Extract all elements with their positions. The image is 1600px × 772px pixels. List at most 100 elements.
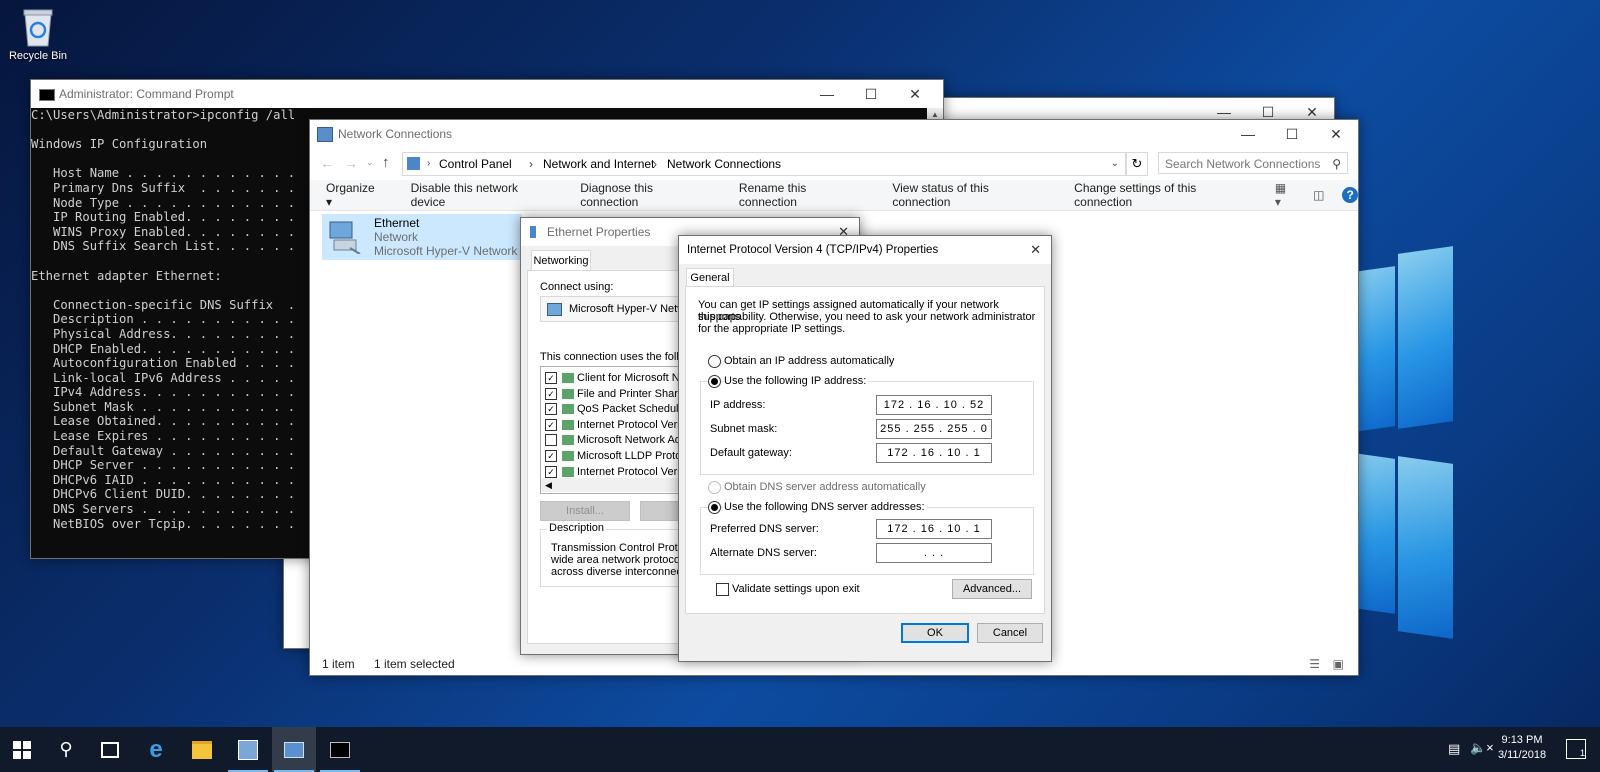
alternate-dns-field[interactable]: . . . — [876, 543, 992, 563]
file-explorer-button[interactable] — [180, 727, 224, 772]
view-status-button[interactable]: View status of this connection — [892, 181, 1046, 209]
network-connections-button[interactable] — [272, 727, 316, 772]
cancel-button[interactable]: Cancel — [977, 623, 1043, 643]
preferred-dns-field[interactable]: 172 . 16 . 10 . 1 — [876, 519, 992, 539]
close-icon[interactable]: ✕ — [1030, 236, 1041, 264]
item-checkbox[interactable]: ✓ — [545, 418, 557, 431]
cmd-titlebar[interactable]: Administrator: Command Prompt — ☐ ✕ — [31, 80, 943, 108]
list-item[interactable]: ✓ Client for Microsoft Ne — [545, 371, 686, 386]
back-icon[interactable]: ← — [320, 155, 334, 171]
component-icon — [562, 419, 574, 430]
network-status-icon[interactable]: ▤ — [1448, 741, 1460, 757]
recycle-bin-icon — [21, 6, 55, 47]
network-folder-icon — [317, 127, 333, 142]
ipv4-properties-dialog[interactable]: Internet Protocol Version 4 (TCP/IPv4) P… — [678, 235, 1052, 662]
list-item[interactable]: Microsoft Network Ada — [545, 433, 687, 448]
tab-general[interactable]: General — [686, 268, 734, 287]
ip-address-field[interactable]: 172 . 16 . 10 . 52 — [876, 395, 992, 415]
recent-dropdown-icon[interactable]: ⌄ — [366, 157, 374, 168]
explorer-titlebar[interactable]: Network Connections — ☐ ✕ — [310, 120, 1358, 148]
rename-button[interactable]: Rename this connection — [739, 181, 864, 209]
task-view-button[interactable] — [88, 727, 132, 772]
maximize-icon[interactable]: ☐ — [849, 80, 893, 108]
tab-networking[interactable]: Networking — [531, 250, 591, 271]
command-prompt-button[interactable] — [318, 727, 362, 772]
organize-menu[interactable]: Organize ▾ — [326, 181, 383, 209]
default-gateway-label: Default gateway: — [710, 447, 792, 459]
cmd-app-icon — [39, 89, 55, 101]
selected-count: 1 item selected — [374, 657, 455, 671]
clock[interactable]: 9:13 PM 3/11/2018 — [1494, 733, 1550, 763]
list-item[interactable]: ✓ Internet Protocol Versi — [545, 418, 685, 433]
search-icon: ⚲ — [59, 739, 73, 759]
ok-button[interactable]: OK — [901, 623, 969, 643]
clock-time: 9:13 PM — [1501, 734, 1543, 746]
details-view-icon[interactable]: ☰ — [1309, 653, 1320, 675]
install-button[interactable]: Install... — [540, 501, 630, 521]
item-checkbox[interactable]: ✓ — [545, 372, 557, 385]
general-panel: You can get IP settings assigned automat… — [685, 286, 1045, 614]
diagnose-button[interactable]: Diagnose this connection — [580, 181, 711, 209]
validate-checkbox[interactable] — [716, 583, 729, 596]
ok-label: OK — [927, 627, 943, 639]
preview-pane-icon[interactable]: ◫ — [1313, 188, 1324, 202]
forward-icon[interactable]: → — [344, 155, 358, 171]
refresh-button[interactable]: ↻ — [1126, 152, 1148, 176]
maximize-icon[interactable]: ☐ — [1270, 120, 1314, 148]
ipv4-titlebar[interactable]: Internet Protocol Version 4 (TCP/IPv4) P… — [679, 236, 1051, 264]
address-bar[interactable]: › Control Panel › Network and Internet ›… — [402, 152, 1126, 176]
recycle-bin[interactable]: Recycle Bin — [6, 6, 70, 62]
server-manager-button[interactable] — [226, 727, 270, 772]
search-button[interactable]: ⚲ — [44, 727, 88, 772]
advanced-label: Advanced... — [962, 583, 1022, 595]
item-checkbox[interactable]: ✓ — [545, 450, 557, 463]
volume-muted-icon[interactable]: 🔈× — [1470, 740, 1494, 756]
server-manager-icon — [238, 739, 258, 760]
chevron-down-icon[interactable]: ⌄ — [1111, 153, 1119, 175]
breadcrumb-network-connections[interactable]: Network Connections — [667, 153, 781, 175]
start-button[interactable] — [0, 727, 44, 772]
search-box[interactable]: Search Network Connections ⚲ — [1158, 152, 1348, 174]
disable-device-button[interactable]: Disable this network device — [411, 181, 553, 209]
change-settings-button[interactable]: Change settings of this connection — [1074, 181, 1253, 209]
tiles-view-icon[interactable]: ▣ — [1333, 653, 1344, 675]
use-following-dns-label: Use the following DNS server addresses: — [724, 501, 927, 513]
list-item[interactable]: ✓ Microsoft LLDP Protoc — [545, 449, 687, 464]
minimize-icon[interactable]: — — [1226, 120, 1270, 148]
close-icon[interactable]: ✕ — [893, 80, 937, 108]
minimize-icon[interactable]: — — [805, 80, 849, 108]
internet-explorer-button[interactable]: e — [134, 727, 178, 772]
item-label: Client for Microsoft Ne — [577, 372, 686, 384]
ethernet-item[interactable]: Ethernet Network Microsoft Hyper-V Netwo… — [322, 214, 528, 260]
clock-date: 3/11/2018 — [1497, 749, 1547, 761]
obtain-ip-auto-radio[interactable] — [708, 355, 721, 368]
help-icon[interactable]: ? — [1342, 187, 1358, 203]
item-checkbox[interactable] — [545, 434, 557, 447]
breadcrumb-network-internet[interactable]: Network and Internet — [543, 153, 654, 175]
description-label: Description — [547, 522, 607, 534]
ethernet-properties-title: Ethernet Properties — [547, 225, 651, 239]
list-item[interactable]: ✓ File and Printer Sharin — [545, 387, 686, 402]
subnet-mask-label: Subnet mask: — [710, 423, 778, 435]
advanced-button[interactable]: Advanced... — [952, 579, 1032, 599]
task-view-icon — [101, 741, 119, 758]
use-following-ip-radio[interactable] — [708, 375, 721, 388]
cmd-title: Administrator: Command Prompt — [59, 87, 234, 101]
folder-icon — [192, 740, 212, 759]
use-following-dns-radio[interactable] — [708, 501, 721, 514]
view-options-icon[interactable]: ▦ ▾ — [1275, 181, 1295, 209]
intro-line-3: for the appropriate IP settings. — [698, 323, 846, 335]
breadcrumb-control-panel[interactable]: Control Panel — [439, 153, 512, 175]
close-icon[interactable]: ✕ — [1314, 120, 1358, 148]
list-item[interactable]: ✓ QoS Packet Schedule — [545, 402, 685, 417]
default-gateway-field[interactable]: 172 . 16 . 10 . 1 — [876, 443, 992, 463]
notification-icon[interactable]: 1 — [1566, 739, 1586, 759]
obtain-dns-auto-radio[interactable] — [708, 481, 721, 494]
item-label: Internet Protocol Versi — [577, 465, 686, 478]
item-checkbox[interactable]: ✓ — [545, 465, 557, 478]
control-panel-icon — [407, 157, 420, 170]
up-icon[interactable]: ↑ — [382, 154, 390, 171]
subnet-mask-field[interactable]: 255 . 255 . 255 . 0 — [876, 419, 992, 439]
item-checkbox[interactable]: ✓ — [545, 387, 557, 400]
item-checkbox[interactable]: ✓ — [545, 403, 557, 416]
